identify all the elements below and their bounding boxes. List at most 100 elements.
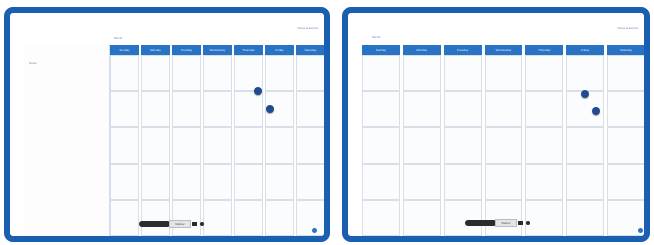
day-cell[interactable] [265, 163, 294, 200]
magnet-icon[interactable] [254, 87, 262, 95]
day-cell[interactable] [203, 163, 232, 200]
day-cell[interactable] [234, 163, 263, 200]
month-label: Month [372, 35, 381, 39]
day-cell[interactable] [566, 127, 605, 164]
day-cell[interactable] [203, 199, 232, 236]
weekday-header-sunday: Sunday [110, 45, 139, 55]
magnet-icon[interactable] [266, 105, 274, 113]
day-cell[interactable] [141, 199, 170, 236]
day-cell[interactable] [402, 127, 441, 164]
corner-dot-icon [638, 228, 643, 233]
day-cell[interactable] [203, 91, 232, 128]
day-cell[interactable] [484, 127, 523, 164]
day-cell[interactable] [234, 199, 263, 236]
day-cell[interactable] [141, 163, 170, 200]
marker-icon[interactable]: Marker [465, 219, 531, 227]
whiteboard-calendar-with-notes: Month Notes & Events Notes Sunday Monday… [4, 7, 330, 242]
day-cell[interactable] [141, 55, 170, 92]
day-cell[interactable] [402, 55, 441, 92]
marker-label: Marker [175, 222, 185, 226]
day-cell[interactable] [566, 55, 605, 92]
day-cell[interactable] [525, 199, 564, 236]
top-right-caption: Notes & Events [297, 26, 318, 30]
day-cell[interactable] [172, 163, 201, 200]
weekday-header-tuesday: Tuesday [443, 45, 482, 55]
day-cell[interactable] [484, 163, 523, 200]
calendar-grid: Sunday Monday Tuesday Wednesday Thursday… [110, 45, 324, 236]
day-cell[interactable] [296, 55, 324, 92]
weekday-header-saturday: Saturday [296, 45, 324, 55]
weekday-header-friday: Friday [566, 45, 605, 55]
day-cell[interactable] [296, 127, 324, 164]
day-cell[interactable] [525, 127, 564, 164]
day-cell[interactable] [296, 91, 324, 128]
day-cell[interactable] [607, 55, 644, 92]
day-cell[interactable] [172, 91, 201, 128]
day-cell[interactable] [566, 199, 605, 236]
day-cell[interactable] [362, 127, 400, 164]
day-cell[interactable] [484, 199, 523, 236]
marker-icon[interactable]: Marker [139, 220, 205, 228]
month-label: Month [114, 36, 123, 40]
day-cell[interactable] [525, 163, 564, 200]
day-cell[interactable] [566, 163, 605, 200]
eraser-dot-icon [526, 221, 530, 225]
day-cell[interactable] [525, 55, 564, 92]
day-cell[interactable] [443, 163, 482, 200]
day-cell[interactable] [172, 127, 201, 164]
day-cell[interactable] [443, 91, 482, 128]
day-cell[interactable] [141, 91, 170, 128]
weekday-header-tuesday: Tuesday [172, 45, 201, 55]
day-cell[interactable] [362, 91, 400, 128]
day-cell[interactable] [525, 91, 564, 128]
weekday-header-sunday: Sunday [362, 45, 400, 55]
day-cell[interactable] [234, 127, 263, 164]
day-cell[interactable] [234, 91, 263, 128]
day-cell[interactable] [402, 163, 441, 200]
notes-panel: Notes [24, 45, 110, 236]
day-cell[interactable] [402, 199, 441, 236]
notes-label: Notes [29, 61, 37, 65]
marker-label: Marker [501, 221, 511, 225]
day-cell[interactable] [110, 91, 139, 128]
day-cell[interactable] [362, 199, 400, 236]
weekday-header-thursday: Thursday [525, 45, 564, 55]
day-cell[interactable] [265, 55, 294, 92]
day-cell[interactable] [265, 127, 294, 164]
day-cell[interactable] [172, 55, 201, 92]
day-cell[interactable] [607, 91, 644, 128]
day-cell[interactable] [110, 127, 139, 164]
day-cell[interactable] [484, 55, 523, 92]
whiteboard-calendar: Month Notes & Events Sunday Monday Tuesd… [342, 7, 650, 242]
day-cell[interactable] [172, 199, 201, 236]
corner-dot-icon [312, 228, 317, 233]
weekday-header-monday: Monday [141, 45, 170, 55]
day-cell[interactable] [234, 55, 263, 92]
day-cell[interactable] [362, 55, 400, 92]
day-cell[interactable] [443, 127, 482, 164]
day-cell[interactable] [362, 163, 400, 200]
day-cell[interactable] [443, 55, 482, 92]
weekday-header-saturday: Saturday [607, 45, 644, 55]
day-cell[interactable] [484, 91, 523, 128]
day-cell[interactable] [296, 163, 324, 200]
day-cell[interactable] [141, 127, 170, 164]
day-cell[interactable] [443, 199, 482, 236]
day-cell[interactable] [607, 163, 644, 200]
weekday-header-wednesday: Wednesday [484, 45, 523, 55]
weekday-header-friday: Friday [265, 45, 294, 55]
top-right-caption: Notes & Events [617, 26, 638, 30]
day-cell[interactable] [110, 199, 139, 236]
day-cell[interactable] [110, 55, 139, 92]
weekday-header-monday: Monday [402, 45, 441, 55]
magnet-icon[interactable] [581, 90, 589, 98]
day-cell[interactable] [203, 127, 232, 164]
day-cell[interactable] [402, 91, 441, 128]
day-cell[interactable] [607, 127, 644, 164]
day-cell[interactable] [296, 199, 324, 236]
day-cell[interactable] [110, 163, 139, 200]
day-cell[interactable] [265, 199, 294, 236]
eraser-dot-icon [200, 222, 204, 226]
magnet-icon[interactable] [592, 107, 600, 115]
day-cell[interactable] [203, 55, 232, 92]
